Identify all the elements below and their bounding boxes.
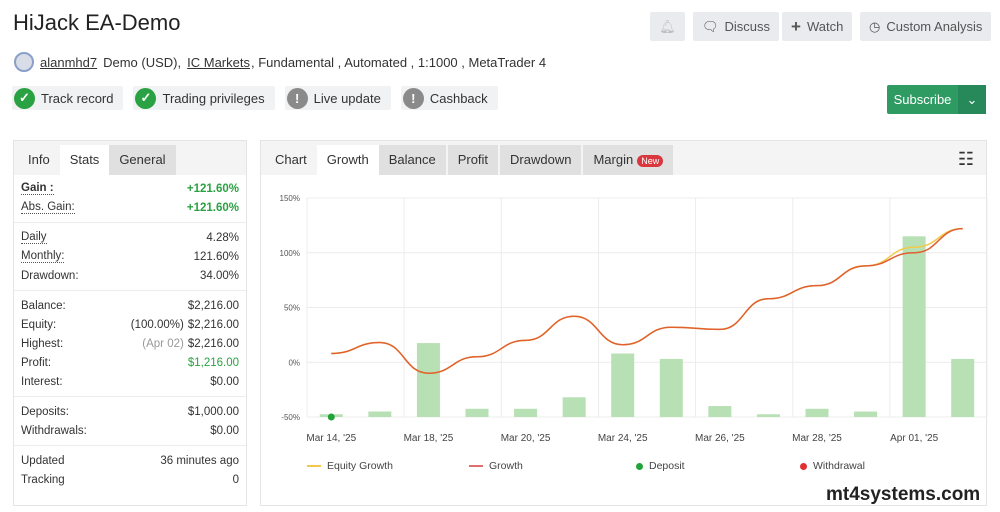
bar (465, 408, 489, 417)
bar (368, 411, 392, 417)
legend-label: Growth (489, 460, 523, 472)
bar (514, 408, 538, 417)
x-tick-label: Mar 24, '25 (598, 433, 648, 444)
x-tick-label: Mar 28, '25 (792, 433, 842, 444)
legend-deposit[interactable]: Deposit (636, 460, 685, 472)
legend-label: Withdrawal (813, 460, 865, 472)
deposit-marker (327, 413, 335, 421)
legend-label: Deposit (649, 460, 685, 472)
legend-growth[interactable]: Growth (469, 460, 523, 472)
bar (756, 414, 780, 417)
bar (416, 343, 440, 417)
growth-chart: 150% 100% 50% 0% -50% Mar 14, '25 Mar 18, '25 M… (280, 194, 988, 444)
watermark: mt4systems.com (826, 484, 981, 505)
x-tick-label: Mar 14, '25 (306, 433, 356, 444)
y-tick-label: 100% (280, 249, 300, 258)
bar (854, 411, 878, 417)
bar (708, 406, 732, 417)
bar (805, 408, 829, 417)
y-tick-label: -50% (281, 413, 300, 422)
bar (562, 397, 586, 417)
x-tick-label: Mar 20, '25 (501, 433, 551, 444)
bar (659, 358, 683, 417)
y-tick-label: 0% (288, 358, 300, 367)
x-tick-label: Apr 01, '25 (890, 433, 938, 444)
legend-withdrawal[interactable]: Withdrawal (800, 460, 865, 472)
bar (951, 358, 975, 417)
legend-equity-growth[interactable]: Equity Growth (307, 460, 393, 472)
y-tick-label: 50% (284, 304, 300, 313)
bar (611, 353, 635, 417)
legend-label: Equity Growth (327, 460, 393, 472)
y-tick-label: 150% (280, 194, 300, 203)
bar (902, 236, 926, 417)
x-tick-label: Mar 18, '25 (404, 433, 454, 444)
x-tick-label: Mar 26, '25 (695, 433, 745, 444)
